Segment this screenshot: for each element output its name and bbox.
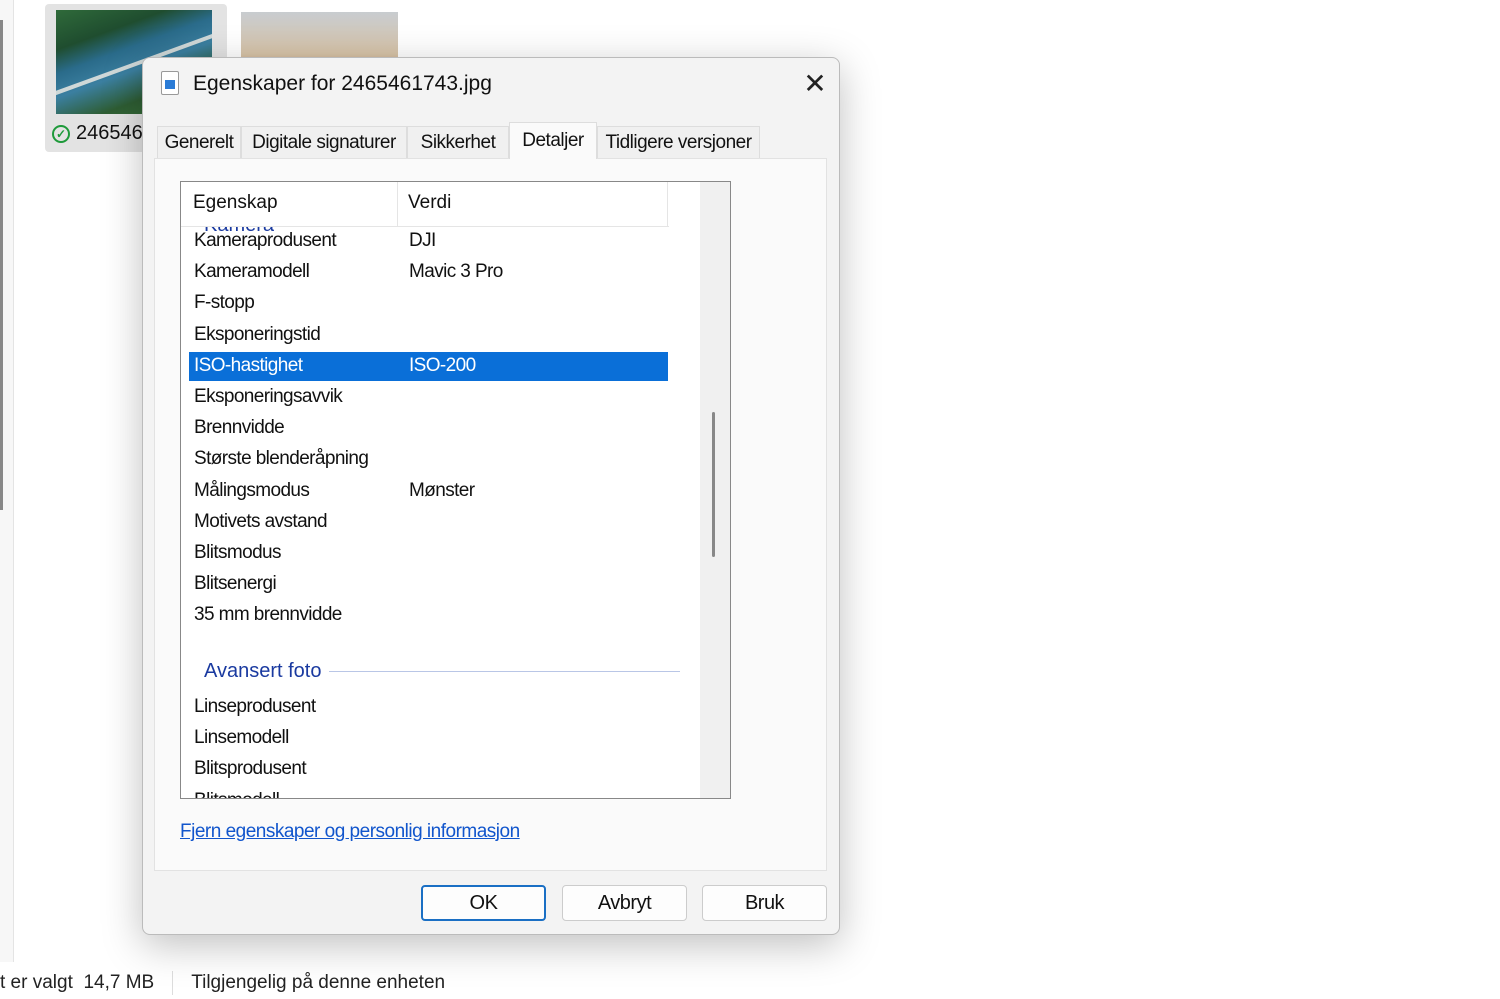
property-value: DJI [409,230,436,251]
property-name: Eksponeringsavvik [194,386,343,407]
column-header-value[interactable]: Verdi [408,192,451,214]
property-row[interactable]: Motivets avstand [189,508,668,537]
property-row[interactable]: 35 mm brennvidde [189,601,668,630]
cancel-button[interactable]: Avbryt [562,885,687,921]
property-row[interactable]: Eksponeringstid [189,321,668,350]
ok-button[interactable]: OK [421,885,546,921]
property-name: Største blenderåpning [194,448,369,470]
property-row[interactable]: F-stopp [189,289,668,318]
apply-button[interactable]: Bruk [702,885,827,921]
property-row[interactable]: Linseprodusent [189,693,668,722]
property-name: Kameraprodusent [194,230,337,251]
properties-list[interactable]: Egenskap Verdi Kamera KameraprodusentDJI… [180,181,731,799]
property-name: Linsemodell [194,727,289,749]
property-name: Motivets avstand [194,510,328,532]
property-row[interactable]: Blitsenergi [189,570,668,599]
property-name: ISO-hastighet [194,354,303,376]
property-name: Blitsprodusent [194,758,307,780]
property-row[interactable]: Kameraprodusent DJI [189,227,668,256]
property-row[interactable]: Største blenderåpning [189,445,668,474]
property-row[interactable]: Blitsprodusent [189,755,668,784]
property-row[interactable]: Blitsmodell [189,787,668,798]
file-caption[interactable]: ✓ 246546 [52,122,143,145]
tab-generelt[interactable]: Generelt [157,126,241,158]
properties-dialog: Egenskaper for 2465461743.jpg ✕ Generelt… [142,57,840,935]
property-value: Mavic 3 Pro [409,261,503,283]
property-name: Målingsmodus [194,479,310,501]
scrollbar-thumb[interactable] [712,412,715,557]
close-icon[interactable]: ✕ [798,68,832,99]
property-name: Linseprodusent [194,696,316,717]
property-row[interactable]: Linsemodell [189,724,668,753]
property-name: Blitsmodell [194,790,280,798]
details-panel: Egenskap Verdi Kamera KameraprodusentDJI… [154,158,827,871]
dialog-title: Egenskaper for 2465461743.jpg [193,72,492,95]
property-name: Brennvidde [194,417,285,439]
tab-digitale-signaturer[interactable]: Digitale signaturer [241,126,407,158]
remove-properties-link[interactable]: Fjern egenskaper og personlig informasjo… [180,821,520,843]
file-name: 246546 [76,122,143,144]
property-value: ISO-200 [409,354,476,376]
property-row[interactable]: ISO-hastighet ISO-200 [189,351,668,381]
list-body: Kamera KameraprodusentDJIKameramodellMav… [181,227,701,798]
status-selected: t er valgt [0,972,73,993]
vertical-scrollbar[interactable] [700,182,730,798]
property-name: Eksponeringstid [194,323,321,345]
image-file-icon [161,71,179,95]
sync-check-icon: ✓ [52,124,70,143]
property-row[interactable]: Kameramodell Mavic 3 Pro [189,258,668,287]
tab-sikkerhet[interactable]: Sikkerhet [407,126,509,158]
navigation-pane-edge [0,0,14,962]
property-name: Blitsenergi [194,573,277,595]
status-size: 14,7 MB [83,972,155,993]
property-row[interactable]: Målingsmodus Mønster [189,477,668,506]
property-row[interactable]: Eksponeringsavvik [189,383,668,412]
group-header-advanced: Avansert foto [204,660,680,683]
property-name: F-stopp [194,292,255,314]
property-name: Kameramodell [194,261,310,283]
tab-tidligere-versjoner[interactable]: Tidligere versjoner [597,126,760,158]
status-bar: t er valgt 14,7 MB Tilgjengelig på denne… [0,970,445,996]
property-name: 35 mm brennvidde [194,604,342,626]
column-header-property[interactable]: Egenskap [193,192,278,214]
status-availability: Tilgjengelig på denne enheten [191,972,446,993]
property-row[interactable]: Brennvidde [189,414,668,443]
property-value: Mønster [409,479,475,501]
property-row[interactable]: Blitsmodus [189,539,668,568]
list-header: Egenskap Verdi [181,182,669,227]
property-name: Blitsmodus [194,542,282,563]
tab-detaljer[interactable]: Detaljer [509,122,597,159]
